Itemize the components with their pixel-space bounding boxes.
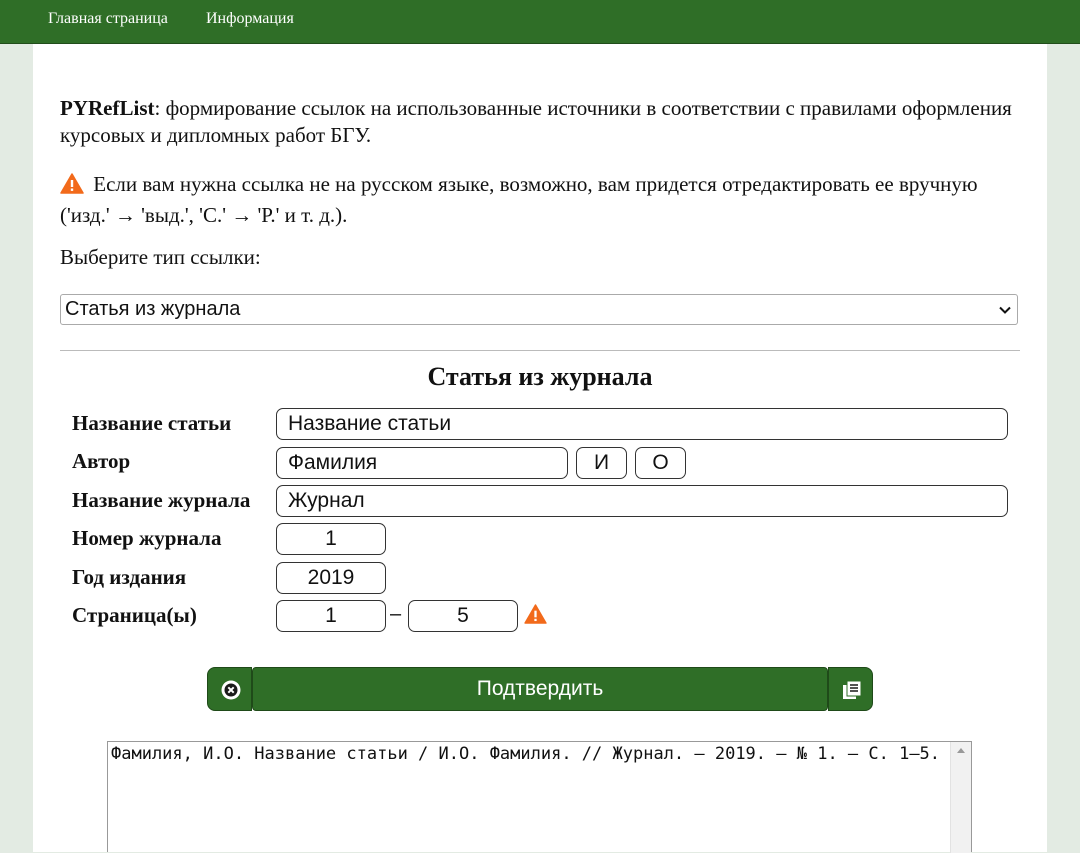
intro-description: : формирование ссылок на использованные … [60, 96, 1012, 147]
year-label: Год издания [72, 565, 187, 589]
clear-button[interactable] [207, 667, 252, 711]
author-label: Автор [72, 449, 131, 473]
result-text: Фамилия, И.О. Название статьи / И.О. Фам… [111, 744, 941, 764]
author-initial2-input[interactable] [635, 447, 686, 479]
warning-triangle-icon [60, 173, 84, 201]
form-title: Статья из журнала [427, 362, 653, 391]
intro-text: PYRefList: формирование ссылок на исполь… [60, 95, 1020, 149]
top-navbar: Главная страница Информация [0, 0, 1080, 44]
result-scrollbar[interactable] [950, 742, 971, 853]
nav-info-link[interactable]: Информация [206, 10, 294, 28]
copy-button[interactable] [828, 667, 873, 711]
journal-label: Название журнала [72, 488, 251, 512]
nav-home-link[interactable]: Главная страница [48, 10, 168, 28]
journal-title-input[interactable] [276, 485, 1008, 517]
submit-button[interactable]: Подтвердить [252, 667, 828, 711]
issue-number-input[interactable] [276, 523, 386, 555]
type-select-label: Выберите тип ссылки: [60, 245, 261, 269]
warning-triangle-icon [524, 604, 547, 629]
year-input[interactable] [276, 562, 386, 594]
warning-text: Если вам нужна ссылка не на русском язык… [60, 172, 978, 227]
issue-label: Номер журнала [72, 526, 222, 550]
chevron-down-icon [999, 306, 1011, 314]
copy-icon [843, 680, 862, 699]
page-to-input[interactable] [408, 600, 518, 632]
pages-label: Страница(ы) [72, 603, 197, 627]
section-divider [60, 350, 1020, 351]
author-surname-input[interactable] [276, 447, 568, 479]
author-initial1-input[interactable] [576, 447, 627, 479]
page-from-input[interactable] [276, 600, 386, 632]
close-circle-icon [221, 680, 241, 700]
brand-name: PYRefList [60, 96, 155, 120]
reference-type-selected: Статья из журнала [65, 298, 241, 320]
scroll-up-arrow-icon[interactable] [957, 748, 965, 753]
article-title-label: Название статьи [72, 411, 232, 435]
reference-type-select[interactable]: Статья из журнала [60, 294, 1018, 325]
page-range-separator: – [390, 603, 402, 625]
language-warning: Если вам нужна ссылка не на русском язык… [60, 170, 1020, 229]
article-title-input[interactable] [276, 408, 1008, 440]
result-textarea[interactable]: Фамилия, И.О. Название статьи / И.О. Фам… [107, 741, 972, 853]
